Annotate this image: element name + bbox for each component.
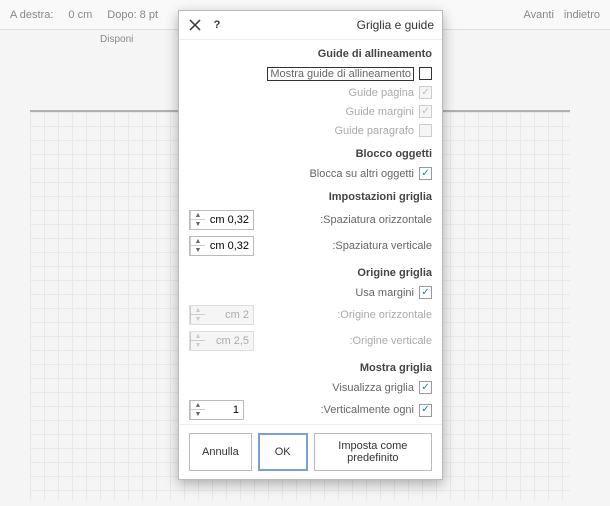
use-margins-checkbox[interactable] bbox=[419, 286, 432, 299]
use-margins-label: Usa margini bbox=[355, 287, 414, 299]
bg-label-val1: 0 cm bbox=[68, 9, 92, 21]
paragraph-guides-label: Guide paragrafo bbox=[335, 125, 415, 137]
h-spacing-spinner[interactable]: ▲▼ bbox=[189, 210, 254, 230]
margin-guides-checkbox bbox=[419, 105, 432, 118]
h-spacing-label: Spaziatura orizzontale: bbox=[320, 214, 432, 226]
bg-label-avanti: Avanti bbox=[524, 9, 554, 21]
up-arrow-icon[interactable]: ▲ bbox=[191, 401, 205, 410]
close-icon bbox=[189, 19, 201, 31]
section-block-objects: Blocco oggetti bbox=[189, 148, 432, 160]
down-arrow-icon[interactable]: ▼ bbox=[191, 410, 205, 419]
up-arrow-icon[interactable]: ▲ bbox=[191, 211, 205, 220]
block-on-others-checkbox[interactable] bbox=[419, 167, 432, 180]
ok-button[interactable]: OK bbox=[258, 433, 308, 471]
dialog-title: Griglia e guide bbox=[357, 18, 434, 32]
bg-disponi-label: Disponi bbox=[100, 34, 133, 45]
up-arrow-icon: ▲ bbox=[191, 306, 205, 315]
section-alignment-guides: Guide di allineamento bbox=[189, 48, 432, 60]
bg-label-dopo: Dopo: 8 pt bbox=[107, 9, 158, 21]
section-grid-origin: Origine griglia bbox=[189, 267, 432, 279]
down-arrow-icon[interactable]: ▼ bbox=[191, 220, 205, 229]
block-on-others-label: Blocca su altri oggetti bbox=[309, 168, 414, 180]
grid-and-guides-dialog: Griglia e guide ? Guide di allineamento … bbox=[178, 10, 443, 480]
v-every-checkbox[interactable] bbox=[419, 404, 432, 417]
v-origin-label: Origine verticale: bbox=[349, 335, 432, 347]
cancel-button[interactable]: Annulla bbox=[189, 433, 252, 471]
v-spacing-label: Spaziatura verticale: bbox=[332, 240, 432, 252]
visualize-grid-label: Visualizza griglia bbox=[332, 382, 414, 394]
bg-label-indietro: indietro bbox=[564, 9, 600, 21]
v-spacing-input[interactable] bbox=[205, 238, 253, 254]
h-origin-label: Origine orizzontale: bbox=[337, 309, 432, 321]
page-guides-checkbox bbox=[419, 86, 432, 99]
paragraph-guides-checkbox bbox=[419, 124, 432, 137]
v-every-label: Verticalmente ogni: bbox=[320, 404, 414, 416]
h-origin-spinner: ▲▼ bbox=[189, 305, 254, 325]
up-arrow-icon[interactable]: ▲ bbox=[191, 237, 205, 246]
down-arrow-icon[interactable]: ▼ bbox=[191, 246, 205, 255]
dialog-footer: Annulla OK Imposta come predefinito bbox=[179, 424, 442, 479]
v-origin-spinner: ▲▼ bbox=[189, 331, 254, 351]
dialog-header: Griglia e guide ? bbox=[179, 11, 442, 40]
section-grid-settings: Impostazioni griglia bbox=[189, 191, 432, 203]
visualize-grid-checkbox[interactable] bbox=[419, 381, 432, 394]
down-arrow-icon: ▼ bbox=[191, 315, 205, 324]
v-every-input[interactable] bbox=[205, 402, 243, 418]
up-arrow-icon: ▲ bbox=[191, 332, 205, 341]
close-button[interactable] bbox=[187, 17, 203, 33]
help-button[interactable]: ? bbox=[209, 17, 225, 33]
set-default-button[interactable]: Imposta come predefinito bbox=[314, 433, 432, 471]
section-show-grid: Mostra griglia bbox=[189, 362, 432, 374]
v-spacing-spinner[interactable]: ▲▼ bbox=[189, 236, 254, 256]
down-arrow-icon: ▼ bbox=[191, 341, 205, 350]
show-alignment-guides-label: Mostra guide di allineamento bbox=[267, 68, 414, 80]
show-alignment-guides-checkbox[interactable] bbox=[419, 67, 432, 80]
h-spacing-input[interactable] bbox=[205, 212, 253, 228]
bg-label-adestra: A destra: bbox=[10, 9, 53, 21]
h-origin-input bbox=[205, 307, 253, 323]
v-origin-input bbox=[205, 333, 253, 349]
dialog-body: Guide di allineamento Mostra guide di al… bbox=[179, 40, 442, 424]
margin-guides-label: Guide margini bbox=[346, 106, 414, 118]
page-guides-label: Guide pagina bbox=[349, 87, 414, 99]
v-every-spinner[interactable]: ▲▼ bbox=[189, 400, 244, 420]
